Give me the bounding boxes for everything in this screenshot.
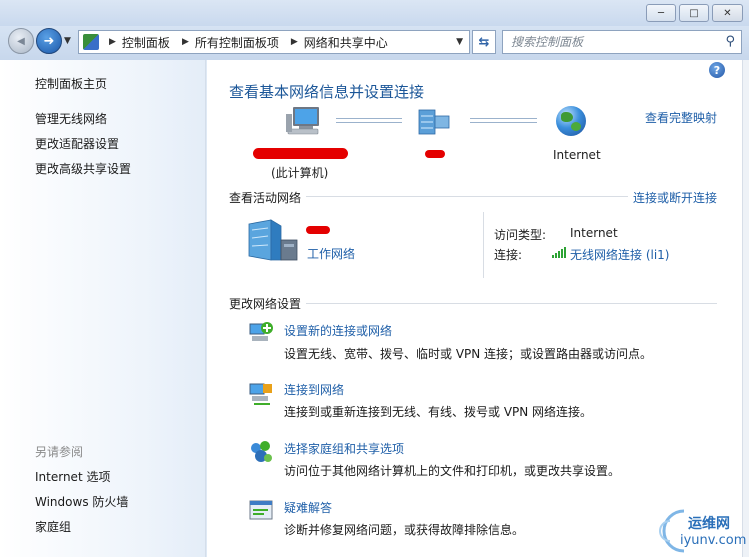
sidebar-item-manage-wireless[interactable]: 管理无线网络 xyxy=(35,110,107,127)
title-bar: ─ □ ✕ xyxy=(0,0,749,26)
recent-pages-dropdown-icon[interactable]: ▼ xyxy=(64,36,71,46)
search-icon[interactable]: ⚲ xyxy=(725,34,735,49)
task-setup-connection-desc: 设置无线、宽带、拨号、临时或 VPN 连接；或设置路由器或访问点。 xyxy=(284,347,653,361)
internet-globe-icon xyxy=(556,106,586,136)
control-panel-icon xyxy=(83,34,99,50)
breadcrumb-separator-icon[interactable]: ▶ xyxy=(291,37,298,47)
network-switch-icon xyxy=(418,109,450,135)
sidebar-item-home[interactable]: 控制面板主页 xyxy=(35,75,107,92)
internet-label: Internet xyxy=(553,148,601,162)
change-settings-heading: 更改网络设置 xyxy=(229,297,302,311)
sidebar-item-firewall[interactable]: Windows 防火墙 xyxy=(35,493,128,510)
back-arrow-icon: ◀ xyxy=(17,35,25,47)
task-troubleshoot-desc: 诊断并修复网络问题，或获得故障排除信息。 xyxy=(284,523,525,537)
breadcrumb-control-panel[interactable]: 控制面板 xyxy=(122,34,170,51)
search-box[interactable]: ⚲ xyxy=(502,30,742,54)
wireless-signal-icon xyxy=(552,247,566,258)
task-setup-connection-link[interactable]: 设置新的连接或网络 xyxy=(284,322,392,339)
active-networks-heading: 查看活动网络 xyxy=(229,191,302,205)
back-button[interactable]: ◀ xyxy=(8,28,34,54)
refresh-button[interactable]: ⇆ xyxy=(472,30,496,54)
search-input[interactable] xyxy=(511,35,711,49)
access-type-value: Internet xyxy=(570,226,618,240)
redacted-network-label xyxy=(306,226,330,234)
page-title: 查看基本网络信息并设置连接 xyxy=(229,83,425,101)
minimize-button[interactable]: ─ xyxy=(646,4,676,22)
address-dropdown-icon[interactable]: ▼ xyxy=(456,37,463,47)
redacted-computer-name xyxy=(253,148,348,159)
sidebar-item-adapter-settings[interactable]: 更改适配器设置 xyxy=(35,135,119,152)
section-divider xyxy=(306,303,717,304)
close-button[interactable]: ✕ xyxy=(712,4,743,22)
homegroup-sharing-icon xyxy=(251,441,272,462)
watermark-domain: iyunv.com xyxy=(680,533,747,548)
navigation-bar: ◀ ➜ ▼ ▶ 控制面板 ▶ 所有控制面板项 ▶ 网络和共享中心 ▼ ⇆ ⚲ xyxy=(0,26,749,60)
sidebar-item-homegroup[interactable]: 家庭组 xyxy=(35,518,71,535)
map-connection-line xyxy=(470,118,537,123)
breadcrumb-separator-icon[interactable]: ▶ xyxy=(182,37,189,47)
network-type-link[interactable]: 工作网络 xyxy=(307,245,355,262)
network-info-divider xyxy=(483,212,484,278)
help-icon[interactable]: ? xyxy=(709,62,725,78)
access-type-label: 访问类型: xyxy=(494,228,547,242)
breadcrumb-network-center[interactable]: 网络和共享中心 xyxy=(304,34,388,51)
task-connect-network-desc: 连接到或重新连接到无线、有线、拨号或 VPN 网络连接。 xyxy=(284,405,593,419)
connect-disconnect-link[interactable]: 连接或断开连接 xyxy=(633,189,717,206)
left-pane: 控制面板主页 管理无线网络 更改适配器设置 更改高级共享设置 另请参阅 Inte… xyxy=(0,60,206,557)
sidebar-item-internet-options[interactable]: Internet 选项 xyxy=(35,468,110,485)
wireless-connection-link[interactable]: 无线网络连接 (li1) xyxy=(570,246,669,263)
task-homegroup-link[interactable]: 选择家庭组和共享选项 xyxy=(284,440,404,457)
see-also-heading: 另请参阅 xyxy=(35,445,84,459)
minimize-icon: ─ xyxy=(657,7,665,19)
connection-label: 连接: xyxy=(494,248,523,262)
close-icon: ✕ xyxy=(723,7,732,19)
forward-button[interactable]: ➜ xyxy=(36,28,62,54)
watermark-title: 运维网 xyxy=(688,516,730,532)
forward-arrow-icon: ➜ xyxy=(43,33,55,49)
computer-icon xyxy=(286,107,319,135)
maximize-icon: □ xyxy=(689,7,699,19)
map-connection-line xyxy=(336,118,402,123)
network-building-icon xyxy=(248,219,298,261)
this-computer-label: (此计算机) xyxy=(271,166,329,180)
task-troubleshoot-link[interactable]: 疑难解答 xyxy=(284,499,332,516)
refresh-icon: ⇆ xyxy=(478,34,490,50)
troubleshoot-icon xyxy=(249,500,273,520)
scrollbar[interactable] xyxy=(742,60,749,557)
connect-network-icon xyxy=(249,383,272,405)
view-full-map-link[interactable]: 查看完整映射 xyxy=(645,109,717,126)
redacted-network-name xyxy=(425,150,445,158)
breadcrumb-separator-icon[interactable]: ▶ xyxy=(109,37,116,47)
sidebar-item-advanced-sharing[interactable]: 更改高级共享设置 xyxy=(35,160,131,177)
task-homegroup-desc: 访问位于其他网络计算机上的文件和打印机，或更改共享设置。 xyxy=(284,464,621,478)
maximize-button[interactable]: □ xyxy=(679,4,709,22)
address-bar[interactable]: ▶ 控制面板 ▶ 所有控制面板项 ▶ 网络和共享中心 ▼ xyxy=(78,30,470,54)
breadcrumb-all-items[interactable]: 所有控制面板项 xyxy=(195,34,279,51)
new-connection-icon xyxy=(249,322,273,341)
section-divider xyxy=(306,196,628,197)
task-connect-network-link[interactable]: 连接到网络 xyxy=(284,381,344,398)
